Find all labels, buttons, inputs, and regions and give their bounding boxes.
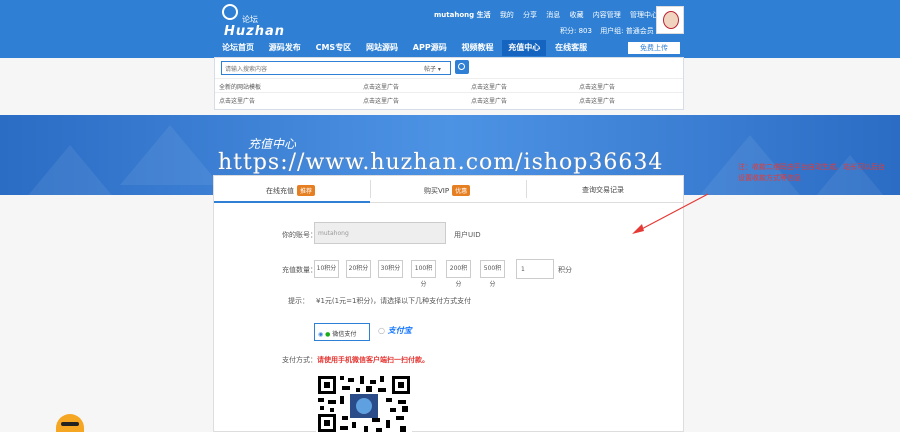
ad-row: 全新的网站模板 点击这里广告 点击这里广告 点击这里广告: [215, 78, 683, 92]
qr-code-icon: [316, 374, 412, 432]
account-field[interactable]: mutahong: [314, 222, 446, 244]
amount-input[interactable]: 1: [516, 259, 554, 279]
amount-option[interactable]: 100积分: [411, 260, 436, 288]
pay-hint: 请使用手机微信客户端扫一扫付款。: [317, 356, 429, 364]
search-type-select[interactable]: 帖子 ▾: [421, 61, 451, 75]
active-tab-indicator: [214, 201, 370, 203]
site-logo[interactable]: 论坛 Huzhan: [220, 4, 284, 39]
tab-buy-vip[interactable]: 购买VIP 优惠: [424, 185, 471, 196]
watermark-url: https://www.huzhan.com/ishop36634: [218, 150, 664, 175]
rate-label: 提示：: [288, 297, 309, 305]
logo-text: Huzhan: [224, 24, 285, 39]
pay-method-label: 支付方式：: [282, 356, 317, 364]
tab-label: 在线充值: [266, 187, 294, 195]
main-nav: 论坛首页 源码发布 CMS专区 网站源码 APP源码 视频教程 充值中心 在线客…: [216, 40, 593, 56]
recommend-badge: 推荐: [297, 185, 316, 196]
ad-links: 全新的网站模板 点击这里广告 点击这里广告 点击这里广告 点击这里广告 点击这里…: [215, 78, 683, 106]
tab-online-recharge[interactable]: 在线充值 推荐: [266, 185, 316, 196]
sunglasses-emoji-icon: [56, 414, 84, 432]
tab-label: 购买VIP: [424, 187, 450, 195]
site-header: 论坛 Huzhan mutahong 生活 我的 分享 消息 收藏 内容管理 管…: [0, 0, 900, 58]
share-link[interactable]: 分享: [523, 11, 537, 19]
nav-video-tutorials[interactable]: 视频教程: [456, 40, 500, 56]
alipay-option[interactable]: ○ 支付宝: [378, 325, 412, 336]
tab-transaction-records[interactable]: 查询交易记录: [582, 185, 624, 195]
ad-link[interactable]: 点击这里广告: [579, 96, 615, 105]
my-link[interactable]: 我的: [500, 11, 514, 19]
amount-option[interactable]: 200积分: [446, 260, 471, 288]
user-points[interactable]: 积分: 803: [560, 27, 592, 35]
nav-recharge-center[interactable]: 充值中心: [502, 40, 547, 56]
banner-decor: [20, 145, 120, 195]
nav-cms[interactable]: CMS专区: [310, 40, 358, 56]
ad-link[interactable]: 点击这里广告: [363, 82, 399, 91]
search-input[interactable]: 请输入搜索内容: [221, 61, 451, 75]
content-manage-link[interactable]: 内容管理: [593, 11, 621, 19]
free-upload-button[interactable]: 免费上传: [628, 42, 680, 54]
amount-option[interactable]: 20积分: [346, 260, 371, 278]
ad-link[interactable]: 点击这里广告: [219, 96, 255, 105]
tab-divider: [370, 180, 371, 198]
discount-badge: 优惠: [452, 185, 471, 196]
search-type-value: 帖子: [424, 66, 437, 73]
ad-link[interactable]: 点击这里广告: [471, 96, 507, 105]
recharge-card: 在线充值 推荐 购买VIP 优惠 查询交易记录 你的账号： mutahong 用户U…: [213, 175, 684, 432]
ad-link[interactable]: 点击这里广告: [363, 96, 399, 105]
amount-option[interactable]: 500积分: [480, 260, 505, 288]
tab-divider: [526, 180, 527, 198]
recharge-tabs: 在线充值 推荐 购买VIP 优惠 查询交易记录: [214, 176, 683, 203]
search-button[interactable]: [455, 60, 469, 74]
avatar-face-icon: [663, 11, 679, 29]
admin-center-link[interactable]: 管理中心: [630, 11, 658, 19]
nav-online-service[interactable]: 在线客服: [549, 40, 593, 56]
avatar[interactable]: [656, 6, 684, 34]
user-info: 积分: 803 用户组: 普通会员: [560, 26, 660, 36]
rate-text: ¥1元(1元=1积分)，请选择以下几种支付方式支付: [316, 297, 472, 305]
nav-website-source[interactable]: 网站源码: [360, 40, 404, 56]
ad-link[interactable]: 全新的网站模板: [219, 82, 261, 91]
nav-source-release[interactable]: 源码发布: [263, 40, 307, 56]
nav-home[interactable]: 论坛首页: [216, 40, 260, 56]
account-label: 你的账号：: [282, 231, 317, 239]
amount-label: 充值数量：: [282, 266, 317, 274]
annotation-note: 注：收款二维码由平台自动生成，站长可以后台设置收款方式等信息: [738, 163, 885, 182]
amount-option[interactable]: 30积分: [378, 260, 403, 278]
ad-row: 点击这里广告 点击这里广告 点击这里广告 点击这里广告: [215, 92, 683, 106]
top-links: mutahong 生活 我的 分享 消息 收藏 内容管理 管理中心 退出: [434, 10, 688, 20]
logo-bubble-icon: [222, 4, 238, 20]
user-group[interactable]: 用户组: 普通会员: [600, 27, 654, 35]
search-panel: 请输入搜索内容 帖子 ▾ 全新的网站模板 点击这里广告 点击这里广告 点击这里广…: [214, 57, 684, 110]
messages-link[interactable]: 消息: [546, 11, 560, 19]
amount-unit: 积分: [558, 266, 572, 274]
ad-link[interactable]: 点击这里广告: [579, 82, 615, 91]
qr-code: [316, 374, 412, 432]
wechat-label: 微信支付: [332, 331, 357, 338]
uid-label: 用户UID: [454, 231, 481, 239]
page: 论坛 Huzhan mutahong 生活 我的 分享 消息 收藏 内容管理 管…: [0, 0, 900, 432]
alipay-label: 支付宝: [387, 326, 412, 335]
ad-link[interactable]: 点击这里广告: [471, 82, 507, 91]
user-name-link[interactable]: mutahong 生活: [434, 11, 491, 19]
banner-decor: [120, 125, 220, 185]
wechat-pay-option[interactable]: ◉ ● 微信支付: [314, 323, 370, 341]
favorites-link[interactable]: 收藏: [570, 11, 584, 19]
amount-option[interactable]: 10积分: [314, 260, 339, 278]
nav-app-source[interactable]: APP源码: [407, 40, 453, 56]
